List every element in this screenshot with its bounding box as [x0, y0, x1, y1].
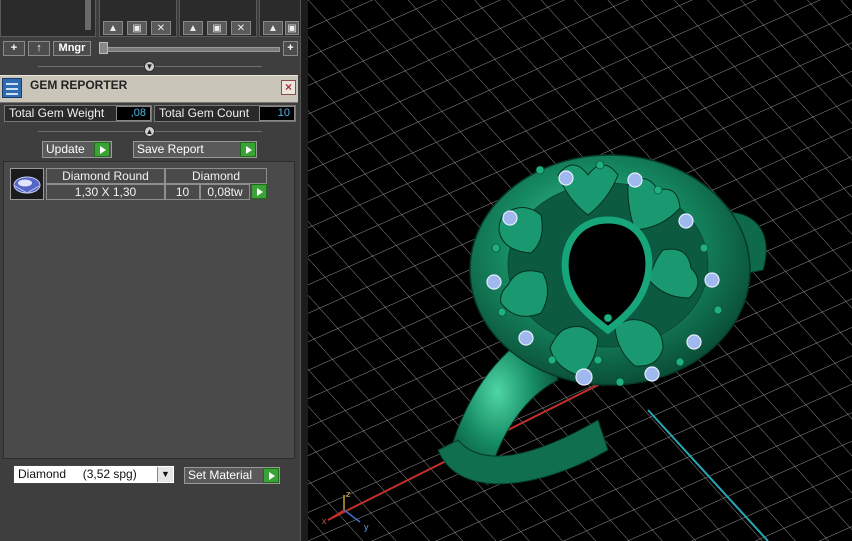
- update-label: Update: [46, 142, 85, 156]
- gem-list[interactable]: [3, 161, 295, 459]
- slot2-delete-icon[interactable]: ✕: [231, 21, 251, 35]
- gem-count-cell: 10: [165, 184, 200, 200]
- gem-shape-cell: Diamond Round: [46, 168, 165, 184]
- collapse-toggle-icon[interactable]: ▼: [144, 61, 155, 72]
- set-material-arrow-icon[interactable]: [263, 468, 279, 483]
- slot1-save-icon[interactable]: ▣: [127, 21, 147, 35]
- layer-list-slot[interactable]: [0, 0, 96, 37]
- layer-list-scrollbar[interactable]: [85, 0, 91, 30]
- gem-weight-cell: 0,08tw: [200, 184, 250, 200]
- gem-thumbnail[interactable]: [10, 168, 44, 200]
- total-count-label: Total Gem Count: [159, 106, 250, 120]
- gem-row-arrow-icon[interactable]: [251, 184, 267, 199]
- 3d-viewport[interactable]: z y x: [308, 0, 852, 541]
- gem-size-cell: 1,30 X 1,30: [46, 184, 165, 200]
- set-material-label: Set Material: [188, 468, 253, 482]
- material-select-value: Diamond (3,52 spg): [18, 467, 137, 481]
- gem-reporter-header: GEM REPORTER ×: [0, 75, 298, 103]
- panel-title: GEM REPORTER: [30, 78, 128, 92]
- gem-reporter-panel: ▲ ▣ ✕ ▲ ▣ ✕ ▲ ▣ + ↑ Mngr + ▼ GEM REPORTE…: [0, 0, 302, 541]
- axis-x-label: x: [322, 516, 327, 526]
- manager-button[interactable]: Mngr: [53, 41, 91, 56]
- save-report-label: Save Report: [137, 142, 204, 156]
- expand-toggle-icon[interactable]: ▲: [144, 126, 155, 137]
- axis-z-label: z: [346, 489, 351, 499]
- save-report-button[interactable]: Save Report: [133, 141, 257, 158]
- axis-y-label: y: [364, 522, 369, 532]
- size-slider-track[interactable]: [101, 47, 280, 52]
- move-up-button[interactable]: ↑: [28, 41, 50, 56]
- slot1-up-button[interactable]: ▲: [103, 21, 123, 35]
- chevron-down-icon[interactable]: ▼: [157, 467, 173, 482]
- total-weight-label: Total Gem Weight: [9, 106, 105, 120]
- close-button[interactable]: ×: [281, 80, 296, 95]
- material-select[interactable]: Diamond (3,52 spg) ▼: [13, 465, 175, 484]
- slot3-save-icon[interactable]: ▣: [285, 21, 299, 35]
- add-button[interactable]: +: [3, 41, 25, 56]
- slider-plus-button[interactable]: +: [283, 41, 298, 56]
- update-arrow-icon[interactable]: [94, 142, 110, 157]
- viewport-scene: [308, 0, 852, 541]
- slot3-up-button[interactable]: ▲: [263, 21, 283, 35]
- size-slider-thumb[interactable]: [99, 42, 108, 54]
- round-diamond-icon: [13, 176, 41, 194]
- gem-material-cell: Diamond: [165, 168, 267, 184]
- gem-reporter-icon: [2, 78, 22, 98]
- total-count-value: 10: [259, 106, 295, 121]
- save-report-arrow-icon[interactable]: [240, 142, 256, 157]
- slot2-save-icon[interactable]: ▣: [207, 21, 227, 35]
- slot1-delete-icon[interactable]: ✕: [151, 21, 171, 35]
- slot2-up-button[interactable]: ▲: [183, 21, 203, 35]
- total-weight-value: ,08: [116, 106, 151, 121]
